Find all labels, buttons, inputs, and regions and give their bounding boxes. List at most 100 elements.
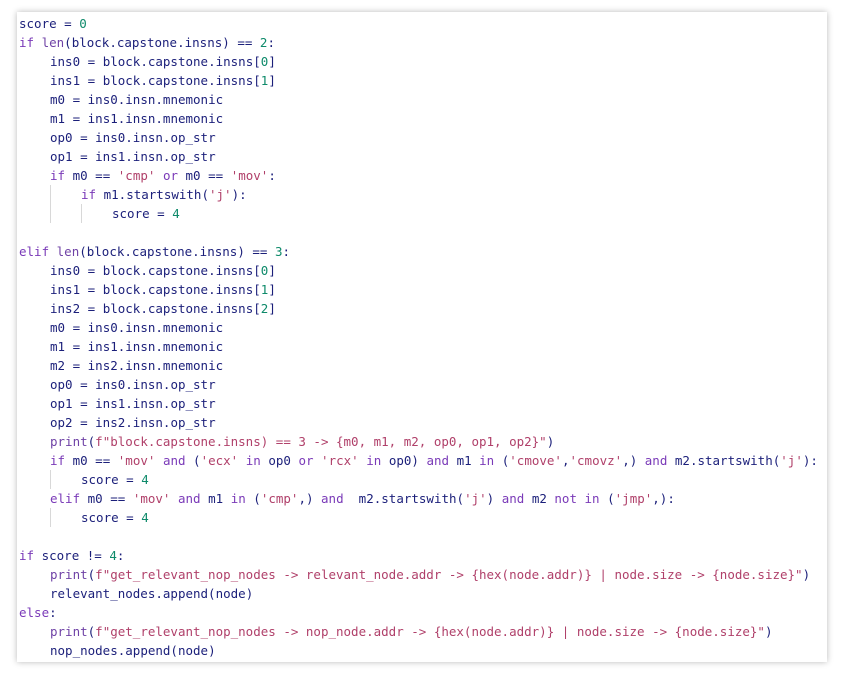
code-line: if score != 4: [19, 546, 818, 565]
code-line-text: relevant_nodes.append(node) [50, 586, 254, 601]
code-line-text: score = 4 [81, 472, 149, 487]
code-line: elif m0 == 'mov' and m1 in ('cmp',) and … [19, 489, 818, 508]
indent-guide [19, 375, 50, 394]
code-line: print(f"get_relevant_nop_nodes -> releva… [19, 565, 818, 584]
code-line: elif len(block.capstone.insns) == 3: [19, 242, 818, 261]
code-line-text: op1 = ins1.insn.op_str [50, 396, 216, 411]
indent-guide [19, 318, 50, 337]
code-line-text: elif len(block.capstone.insns) == 3: [19, 244, 291, 259]
indent-guide [50, 185, 81, 204]
code-line-text: if m1.startswith('j'): [81, 187, 247, 202]
code-line: score = 4 [19, 508, 818, 527]
indent-guide [19, 128, 50, 147]
indent-guide [19, 413, 50, 432]
indent-guide [19, 508, 50, 527]
indent-guide [19, 204, 50, 223]
indent-guide [50, 508, 81, 527]
code-line: ins0 = block.capstone.insns[0] [19, 52, 818, 71]
code-line: else: [19, 603, 818, 622]
code-line: op2 = ins2.insn.op_str [19, 413, 818, 432]
indent-guide [19, 261, 50, 280]
code-line-text: m1 = ins1.insn.mnemonic [50, 339, 224, 354]
indent-guide [19, 90, 50, 109]
indent-guide [50, 204, 81, 223]
indent-guide [19, 470, 50, 489]
code-line: print(f"get_relevant_nop_nodes -> nop_no… [19, 622, 818, 641]
code-line: op0 = ins0.insn.op_str [19, 375, 818, 394]
code-line-text: ins0 = block.capstone.insns[0] [50, 54, 276, 69]
code-line: op0 = ins0.insn.op_str [19, 128, 818, 147]
code-line: m1 = ins1.insn.mnemonic [19, 109, 818, 128]
code-line-text: nop_nodes.append(node) [50, 643, 216, 658]
code-line-text: op0 = ins0.insn.op_str [50, 377, 216, 392]
indent-guide [50, 470, 81, 489]
code-line: score = 4 [19, 470, 818, 489]
code-line: if m0 == 'mov' and ('ecx' in op0 or 'rcx… [19, 451, 818, 470]
code-block: score = 0 if len(block.capstone.insns) ==… [19, 14, 818, 660]
code-line-text: print(f"get_relevant_nop_nodes -> nop_no… [50, 624, 773, 639]
code-line-text: m0 = ins0.insn.mnemonic [50, 320, 224, 335]
indent-guide [19, 337, 50, 356]
code-line-text: else: [19, 605, 57, 620]
code-line: relevant_nodes.append(node) [19, 584, 818, 603]
code-line: ins0 = block.capstone.insns[0] [19, 261, 818, 280]
code-line: score = 4 [19, 204, 818, 223]
code-line-text: print(f"get_relevant_nop_nodes -> releva… [50, 567, 811, 582]
code-line-text: m0 = ins0.insn.mnemonic [50, 92, 224, 107]
code-line-text: op1 = ins1.insn.op_str [50, 149, 216, 164]
indent-guide [19, 109, 50, 128]
indent-guide [19, 451, 50, 470]
indent-guide [81, 204, 112, 223]
code-line: ins1 = block.capstone.insns[1] [19, 71, 818, 90]
indent-guide [19, 52, 50, 71]
code-line-text: if m0 == 'cmp' or m0 == 'mov': [50, 168, 276, 183]
indent-guide [19, 356, 50, 375]
code-line-text: if score != 4: [19, 548, 125, 563]
code-line: if len(block.capstone.insns) == 2: [19, 33, 818, 52]
indent-guide [19, 185, 50, 204]
code-line: op1 = ins1.insn.op_str [19, 147, 818, 166]
indent-guide [19, 299, 50, 318]
code-line-text: op0 = ins0.insn.op_str [50, 130, 216, 145]
code-line-text: ins1 = block.capstone.insns[1] [50, 282, 276, 297]
indent-guide [19, 622, 50, 641]
code-line-text: ins0 = block.capstone.insns[0] [50, 263, 276, 278]
code-line-text: score = 4 [81, 510, 149, 525]
indent-guide [19, 489, 50, 508]
code-screenshot-frame: score = 0 if len(block.capstone.insns) ==… [17, 12, 827, 662]
code-line-text: m1 = ins1.insn.mnemonic [50, 111, 224, 126]
code-line-text: ins2 = block.capstone.insns[2] [50, 301, 276, 316]
indent-guide [19, 432, 50, 451]
code-line-text: elif m0 == 'mov' and m1 in ('cmp',) and … [50, 491, 675, 506]
code-line-text: if len(block.capstone.insns) == 2: [19, 35, 275, 50]
code-line: ins1 = block.capstone.insns[1] [19, 280, 818, 299]
indent-guide [19, 280, 50, 299]
indent-guide [19, 394, 50, 413]
indent-guide [19, 565, 50, 584]
code-line: score = 0 [19, 14, 818, 33]
code-line-text: op2 = ins2.insn.op_str [50, 415, 216, 430]
code-line: m2 = ins2.insn.mnemonic [19, 356, 818, 375]
indent-guide [19, 147, 50, 166]
code-line: m0 = ins0.insn.mnemonic [19, 90, 818, 109]
indent-guide [19, 641, 50, 660]
code-line-text: score = 0 [19, 16, 87, 31]
code-line: m0 = ins0.insn.mnemonic [19, 318, 818, 337]
indent-guide [19, 71, 50, 90]
indent-guide [19, 166, 50, 185]
code-line: op1 = ins1.insn.op_str [19, 394, 818, 413]
code-line-text: print(f"block.capstone.insns) == 3 -> {m… [50, 434, 555, 449]
code-line-text: score = 4 [112, 206, 180, 221]
code-line: ins2 = block.capstone.insns[2] [19, 299, 818, 318]
code-line: print(f"block.capstone.insns) == 3 -> {m… [19, 432, 818, 451]
code-line-text: ins1 = block.capstone.insns[1] [50, 73, 276, 88]
code-line: if m1.startswith('j'): [19, 185, 818, 204]
code-line-text: m2 = ins2.insn.mnemonic [50, 358, 224, 373]
indent-guide [19, 584, 50, 603]
code-line: nop_nodes.append(node) [19, 641, 818, 660]
code-line: m1 = ins1.insn.mnemonic [19, 337, 818, 356]
code-line: if m0 == 'cmp' or m0 == 'mov': [19, 166, 818, 185]
code-line-text: if m0 == 'mov' and ('ecx' in op0 or 'rcx… [50, 453, 818, 468]
